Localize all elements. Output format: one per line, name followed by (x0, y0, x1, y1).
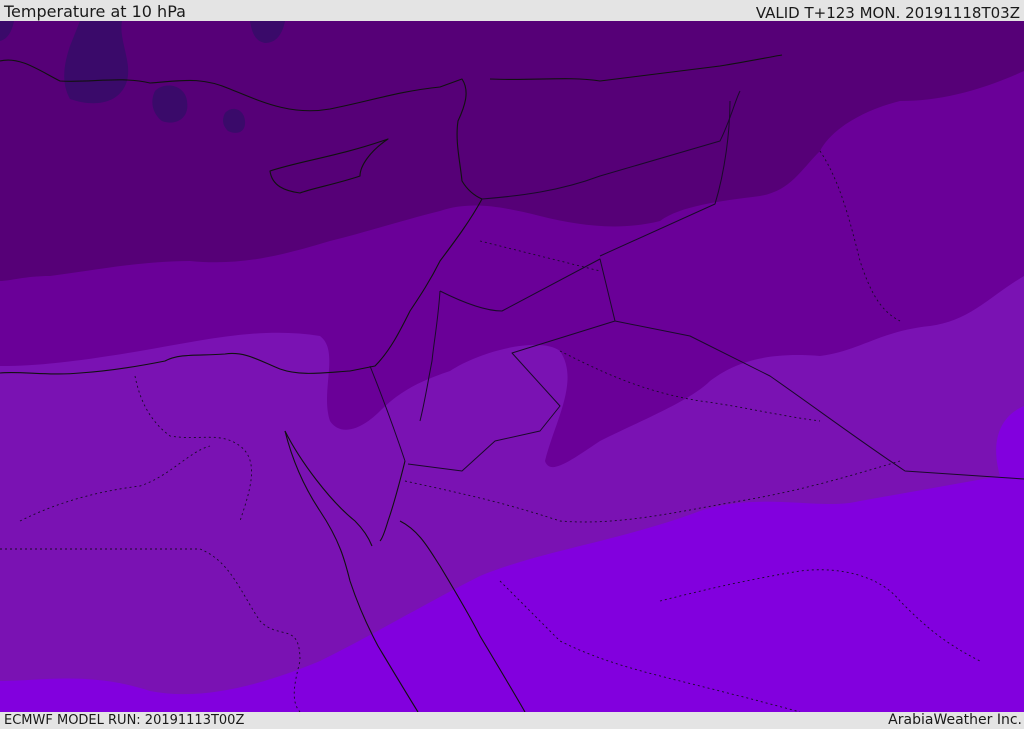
valid-time: VALID T+123 MON. 20191118T03Z (755, 4, 1020, 22)
temperature-map[interactable] (0, 21, 1024, 712)
header-bar: Temperature at 10 hPa VALID T+123 MON. 2… (0, 0, 1024, 21)
map-title: Temperature at 10 hPa (4, 2, 186, 21)
map-canvas (0, 21, 1024, 712)
model-run-label: ECMWF MODEL RUN: 20191113T00Z (4, 713, 245, 728)
footer-bar: ECMWF MODEL RUN: 20191113T00Z ArabiaWeat… (0, 712, 1024, 729)
credit-label: ArabiaWeather Inc. (888, 712, 1022, 728)
